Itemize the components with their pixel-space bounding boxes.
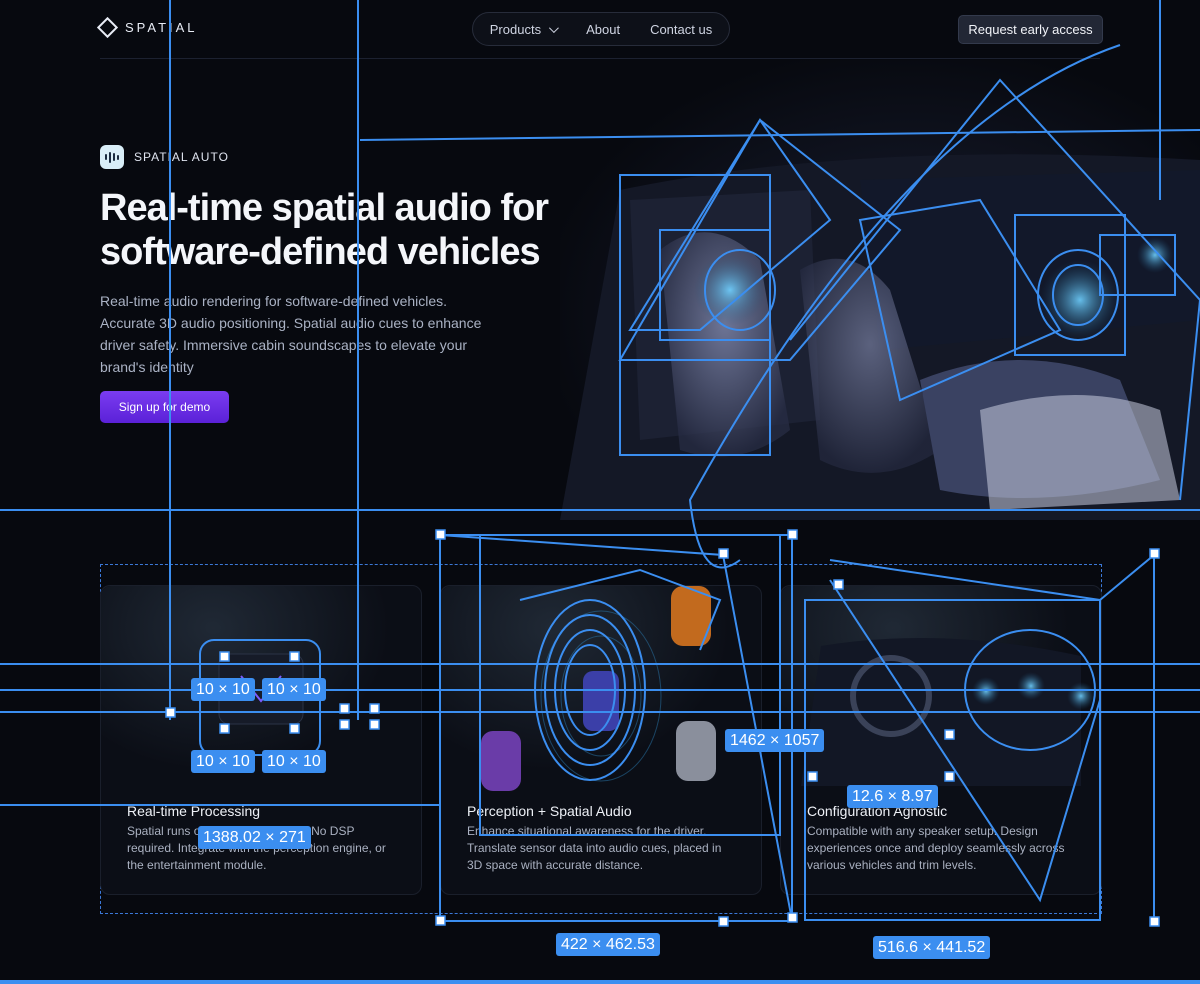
nav-products-label: Products — [489, 21, 542, 37]
nav-about[interactable]: About — [586, 22, 620, 37]
request-early-access-button[interactable]: Request early access — [958, 15, 1103, 44]
hero-title: Real-time spatial audio for software-def… — [100, 187, 549, 273]
car-interior-image — [560, 154, 1200, 520]
sign-up-demo-button[interactable]: Sign up for demo — [100, 391, 229, 423]
measurement-label: 1462 × 1057 — [725, 729, 825, 752]
nav-products[interactable]: Products — [489, 21, 559, 37]
card-title: Perception + Spatial Audio — [467, 803, 632, 819]
card-title: Real-time Processing — [127, 803, 261, 819]
nav-contact[interactable]: Contact us — [650, 22, 712, 37]
product-badge: SPATIAL AUTO — [100, 145, 229, 169]
selection-bottom-edge — [0, 980, 1200, 984]
feature-card-configuration[interactable]: Configuration Agnostic Compatible with a… — [780, 585, 1102, 895]
badge-label: SPATIAL AUTO — [134, 150, 229, 164]
measurement-label: 10 × 10 — [191, 678, 255, 701]
brand-logo[interactable]: SPATIAL — [96, 16, 198, 39]
hero-description: Real-time audio rendering for software-d… — [100, 293, 482, 375]
card-description: Enhance situational awareness for the dr… — [467, 824, 722, 872]
diamond-logo-icon — [96, 16, 119, 39]
measurement-label: 10 × 10 — [191, 750, 255, 773]
main-navigation: Products About Contact us — [472, 12, 730, 46]
measurement-label: 10 × 10 — [262, 678, 326, 701]
chevron-down-icon — [549, 22, 559, 33]
measurement-label: 516.6 × 441.52 — [873, 936, 991, 959]
measurement-label: 422 × 462.53 — [556, 933, 660, 956]
audio-wave-icon — [100, 145, 124, 169]
nav-divider — [100, 58, 1100, 59]
processing-chip-image — [101, 586, 421, 796]
measurement-label: 1388.02 × 271 — [198, 826, 311, 849]
feature-card-perception[interactable]: Perception + Spatial Audio Enhance situa… — [440, 585, 762, 895]
brand-name: SPATIAL — [125, 20, 198, 35]
speaker-configuration-image — [781, 586, 1101, 796]
perception-top-view-image — [441, 586, 761, 796]
measurement-label: 10 × 10 — [262, 750, 326, 773]
card-description: Compatible with any speaker setup. Desig… — [807, 824, 1065, 872]
measurement-label: 12.6 × 8.97 — [847, 785, 938, 808]
